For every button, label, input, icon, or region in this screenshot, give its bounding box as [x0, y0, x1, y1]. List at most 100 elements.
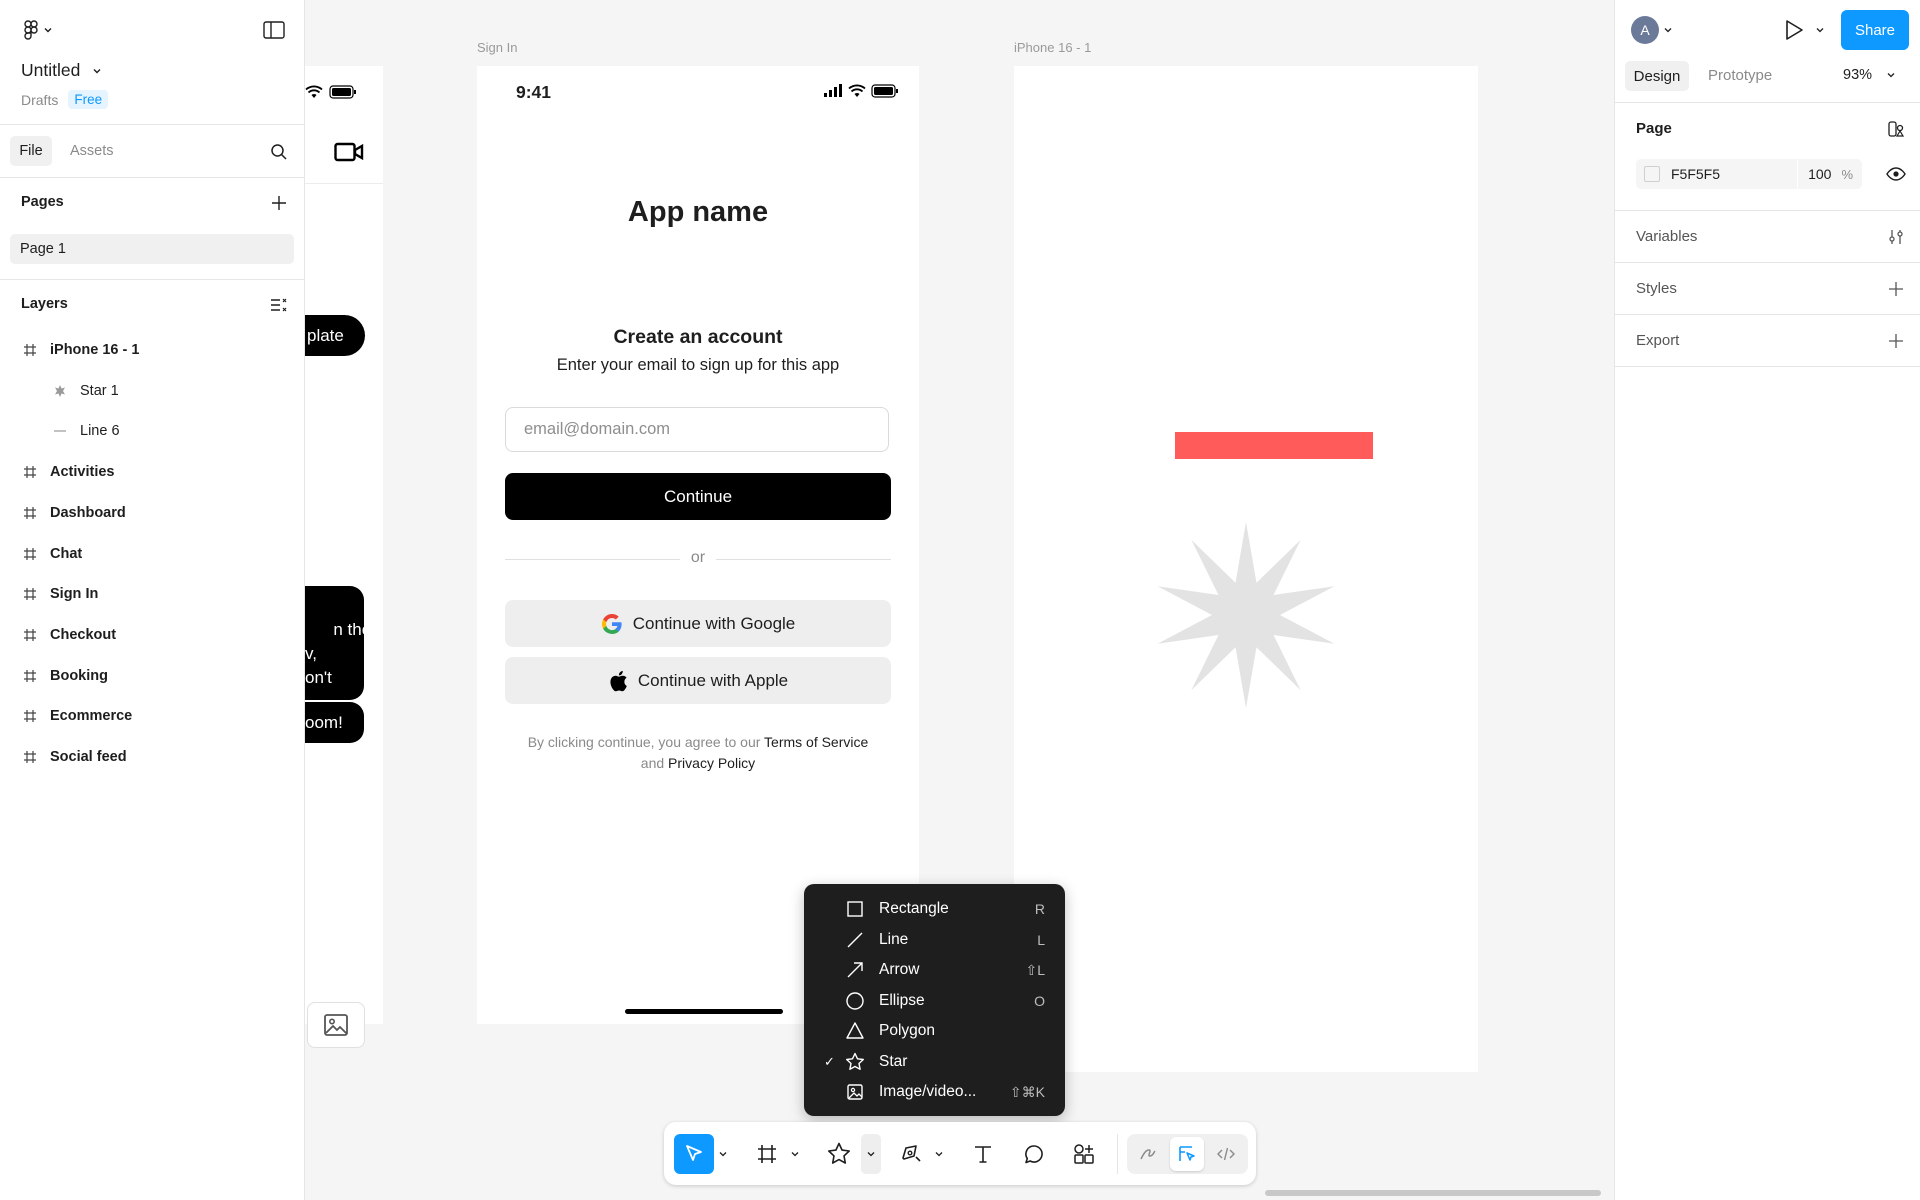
signin-frame[interactable]: 9:41 App name Create an account Enter yo… — [477, 66, 919, 1024]
battery-icon — [871, 84, 898, 98]
divider — [0, 177, 304, 178]
layer-item-label: Chat — [50, 545, 83, 562]
plan-badge[interactable]: Free — [68, 90, 109, 109]
menu-item-shortcut: L — [1037, 931, 1045, 948]
design-mode-button[interactable] — [1170, 1137, 1204, 1171]
chevron-down-icon — [867, 1152, 875, 1157]
legal-prefix: By clicking continue, you agree to our — [527, 734, 765, 750]
page-opacity-value[interactable]: 100 — [1808, 166, 1831, 182]
file-title-menu[interactable]: Untitled — [21, 60, 102, 81]
layer-item[interactable]: Line 6 — [0, 411, 304, 451]
red-rectangle[interactable] — [1175, 432, 1373, 459]
share-button[interactable]: Share — [1841, 10, 1909, 50]
layer-item[interactable]: Sign In — [0, 574, 304, 614]
tab-design[interactable]: Design — [1625, 61, 1689, 91]
video-call-button[interactable] — [333, 140, 365, 164]
menu-item-star[interactable]: ✓ Star — [804, 1047, 1065, 1077]
iphone-frame[interactable] — [1014, 66, 1478, 1072]
zoom-menu[interactable]: 93% — [1843, 67, 1896, 83]
actions-button[interactable] — [1064, 1134, 1104, 1174]
add-export-button[interactable] — [1885, 330, 1907, 352]
code-icon — [1217, 1147, 1235, 1161]
eye-icon — [1886, 167, 1906, 181]
layer-item[interactable]: Social feed — [0, 737, 304, 777]
bottom-toolbar — [664, 1122, 1256, 1185]
user-menu[interactable]: A — [1631, 16, 1673, 44]
layer-item[interactable]: Activities — [0, 452, 304, 492]
menu-item-polygon[interactable]: Polygon — [804, 1016, 1065, 1046]
partial-frame[interactable]: plate n the v, on't oom! — [305, 66, 383, 1048]
toggle-sidebar-button[interactable] — [262, 20, 286, 40]
shape-tool-button[interactable] — [819, 1134, 859, 1174]
pen-tool-dropdown[interactable] — [932, 1134, 946, 1174]
menu-item-rectangle[interactable]: Rectangle R — [804, 894, 1065, 924]
comment-tool-button[interactable] — [1014, 1134, 1054, 1174]
drafts-label[interactable]: Drafts — [21, 92, 58, 108]
pen-tool-button[interactable] — [891, 1134, 931, 1174]
layer-item[interactable]: iPhone 16 - 1 — [0, 330, 304, 370]
page-color-field[interactable]: F5F5F5 100 % — [1636, 159, 1862, 189]
tab-prototype[interactable]: Prototype — [1708, 67, 1772, 84]
horizontal-scrollbar[interactable] — [1265, 1190, 1601, 1196]
page-item[interactable]: Page 1 — [10, 234, 294, 264]
play-icon — [1786, 20, 1803, 40]
template-pill[interactable]: plate — [305, 315, 365, 356]
draw-mode-button[interactable] — [1131, 1134, 1165, 1174]
layer-item[interactable]: Booking — [0, 656, 304, 696]
layers-options-button[interactable] — [268, 294, 290, 316]
tab-assets[interactable]: Assets — [70, 143, 114, 159]
main-menu-button[interactable] — [18, 18, 58, 42]
chevron-down-icon — [791, 1152, 799, 1157]
privacy-link[interactable]: Privacy Policy — [668, 755, 755, 771]
shape-tool-dropdown[interactable] — [861, 1134, 881, 1174]
present-button[interactable] — [1783, 18, 1825, 42]
layer-type-icon — [20, 343, 40, 357]
layer-type-icon — [20, 709, 40, 723]
layer-item[interactable]: Chat — [0, 534, 304, 574]
dev-mode-button[interactable] — [1209, 1134, 1243, 1174]
frame-tool-dropdown[interactable] — [788, 1134, 802, 1174]
home-indicator — [625, 1009, 783, 1014]
star-shape[interactable] — [1152, 521, 1340, 709]
frame-icon — [24, 751, 36, 763]
add-style-button[interactable] — [1885, 278, 1907, 300]
apple-signin-label: Continue with Apple — [637, 670, 789, 690]
layer-type-icon — [20, 587, 40, 601]
menu-item-label: Arrow — [879, 961, 920, 978]
menu-item-image-video[interactable]: Image/video... ⇧⌘K — [804, 1077, 1065, 1107]
menu-item-arrow[interactable]: Arrow ⇧L — [804, 955, 1065, 985]
color-swatch[interactable] — [1644, 166, 1660, 182]
tab-file[interactable]: File — [10, 136, 52, 166]
continue-button[interactable]: Continue — [505, 473, 891, 520]
draw-icon — [1140, 1149, 1156, 1160]
frame-tool-button[interactable] — [747, 1134, 787, 1174]
add-page-button[interactable] — [268, 192, 290, 214]
layer-item[interactable]: Dashboard — [0, 493, 304, 533]
plus-icon — [1889, 334, 1903, 348]
frame-icon — [24, 506, 36, 519]
layer-type-icon — [50, 384, 70, 398]
menu-item-ellipse[interactable]: Ellipse O — [804, 986, 1065, 1016]
move-tool-dropdown[interactable] — [716, 1134, 730, 1174]
email-placeholder: email@domain.com — [524, 420, 671, 438]
menu-item-line[interactable]: Line L — [804, 925, 1065, 955]
email-field[interactable]: email@domain.com — [505, 407, 889, 452]
page-color-value[interactable]: F5F5F5 — [1671, 166, 1720, 182]
terms-link[interactable]: Terms of Service — [764, 734, 868, 750]
text-tool-button[interactable] — [963, 1134, 1003, 1174]
layer-item[interactable]: Ecommerce — [0, 696, 304, 736]
move-tool-button[interactable] — [674, 1134, 714, 1174]
variables-button[interactable] — [1885, 226, 1907, 248]
layer-item[interactable]: Checkout — [0, 615, 304, 655]
google-signin-button[interactable]: Continue with Google — [505, 600, 891, 647]
image-attach-button[interactable] — [307, 1002, 365, 1048]
toggle-visibility-button[interactable] — [1885, 163, 1907, 185]
layer-item[interactable]: Star 1 — [0, 371, 304, 411]
page-settings-button[interactable] — [1885, 118, 1907, 140]
frame-title-signin[interactable]: Sign In — [477, 40, 517, 55]
toolbar-divider — [1117, 1134, 1118, 1174]
apple-signin-button[interactable]: Continue with Apple — [505, 657, 891, 704]
divider — [305, 183, 383, 184]
search-layers-button[interactable] — [268, 141, 290, 163]
frame-title-iphone[interactable]: iPhone 16 - 1 — [1014, 40, 1091, 55]
